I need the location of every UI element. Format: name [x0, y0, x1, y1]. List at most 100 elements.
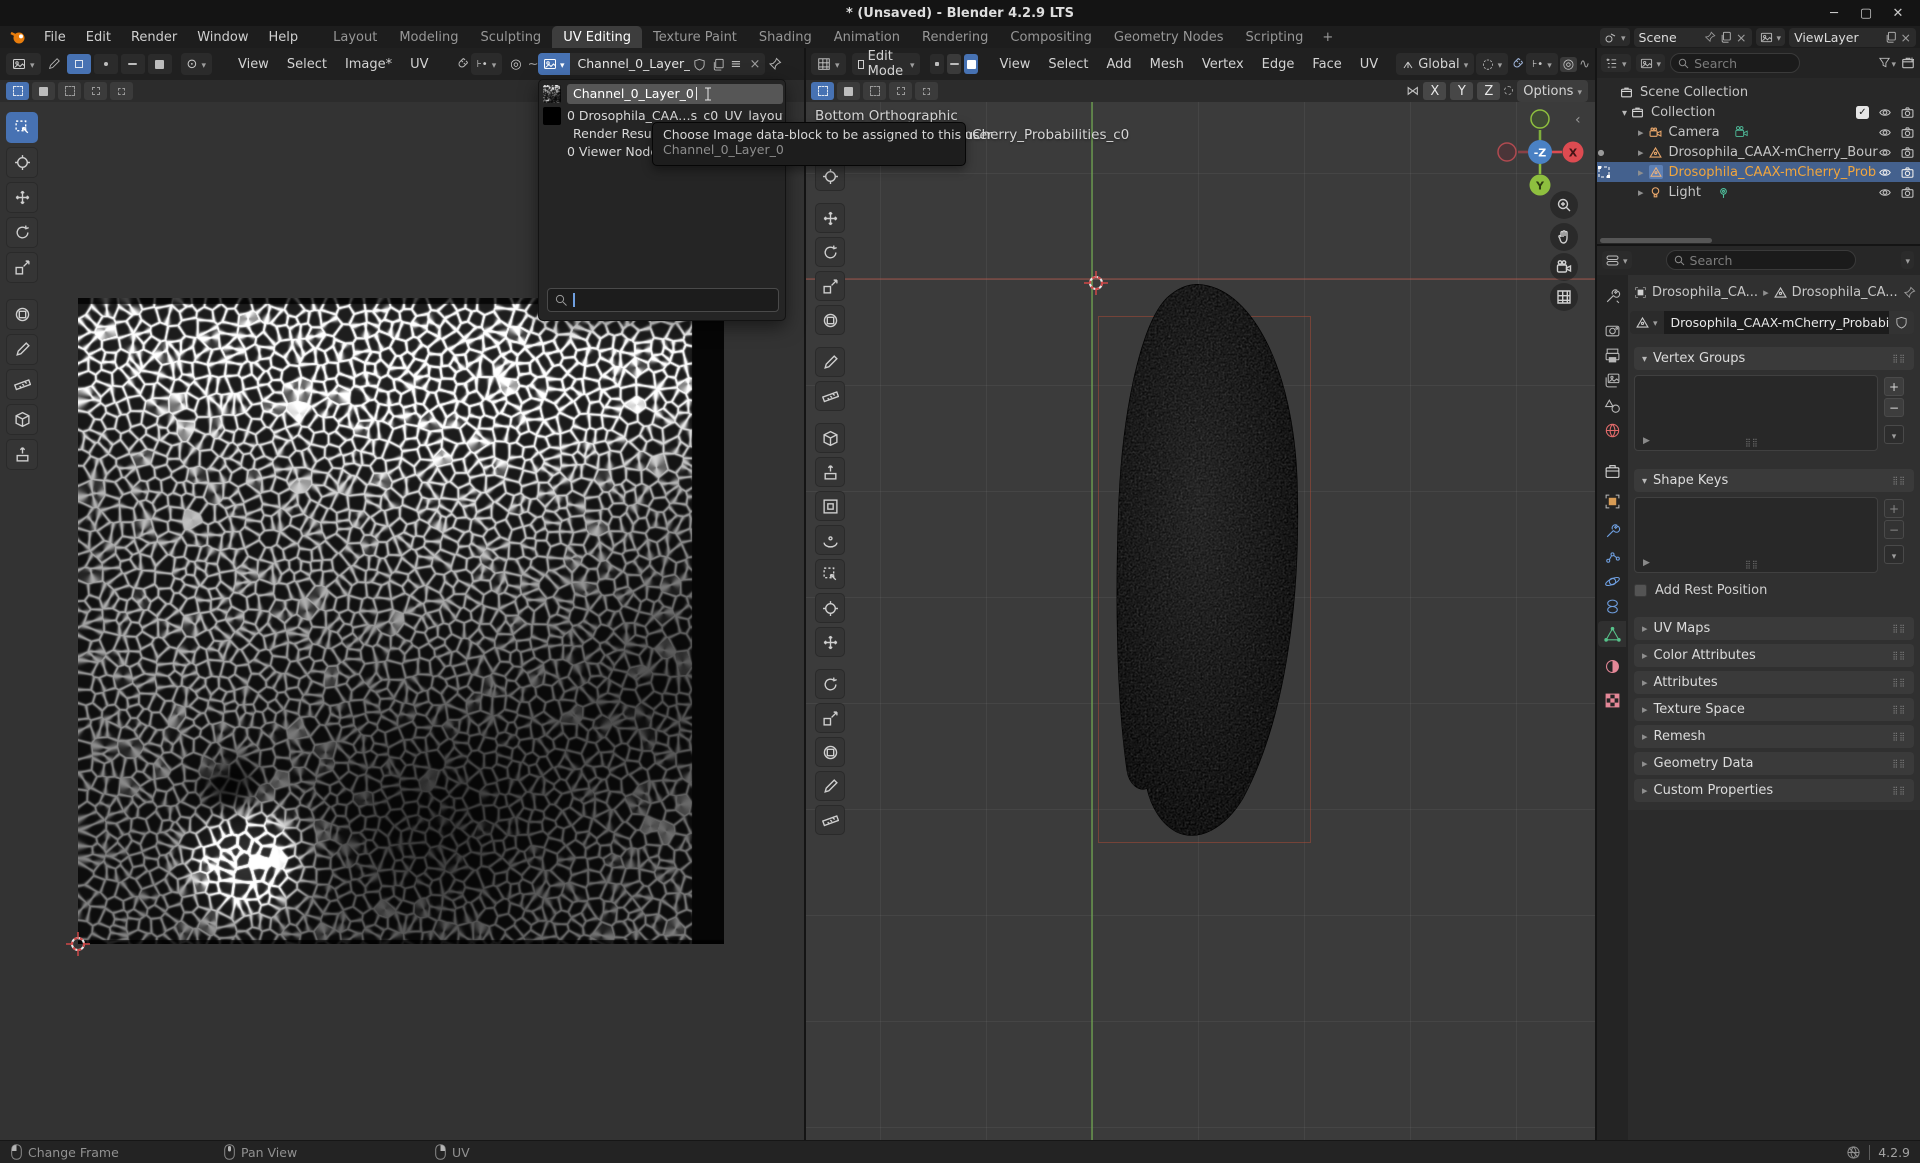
- mesh-name-field[interactable]: Drosophila_CAAX-mCherry_Probabilitie...: [1664, 311, 1889, 334]
- properties-editor-type-button[interactable]: [1602, 251, 1632, 269]
- panel-texture-space[interactable]: Texture Space⣿⣿: [1634, 698, 1914, 721]
- disable-render-icon[interactable]: [1901, 126, 1914, 139]
- tool-transform[interactable]: [6, 299, 38, 330]
- uv-falloff-curve-icon[interactable]: ~: [528, 57, 539, 72]
- uv-pencil-icon[interactable]: [47, 57, 61, 71]
- workspace-tab-shading[interactable]: Shading: [748, 26, 823, 48]
- transform-orientation-button[interactable]: Global: [1396, 53, 1474, 75]
- tab-material-icon[interactable]: [1598, 653, 1626, 679]
- snap-target-button[interactable]: ⊦•: [1526, 53, 1558, 75]
- expand-icon[interactable]: [1638, 145, 1644, 160]
- hide-eye-icon[interactable]: [1878, 126, 1892, 139]
- tool-knife[interactable]: [815, 593, 845, 623]
- outliner-row-drosophila-bour[interactable]: ● Drosophila_CAAX-mCherry_Bour: [1596, 142, 1920, 162]
- options-dropdown[interactable]: Options: [1517, 80, 1588, 102]
- uv-select-mode-vertex[interactable]: [94, 54, 118, 74]
- tool-cursor[interactable]: [6, 147, 38, 178]
- tab-scene-icon[interactable]: [1598, 392, 1626, 418]
- vp-select-new-button[interactable]: [811, 82, 834, 100]
- tool-add-cube[interactable]: [815, 423, 845, 453]
- tool-annotate[interactable]: [815, 347, 845, 377]
- outliner-filter-type-button[interactable]: [1636, 54, 1666, 72]
- workspace-tab-rendering[interactable]: Rendering: [911, 26, 999, 48]
- new-viewlayer-icon[interactable]: [1885, 31, 1897, 43]
- navigation-gizmo[interactable]: X Y -Z: [1492, 104, 1588, 200]
- outliner-row-scene-collection[interactable]: Scene Collection: [1596, 82, 1920, 102]
- scene-browse-button[interactable]: [1600, 28, 1630, 46]
- select-subtract-button[interactable]: [58, 82, 81, 100]
- disable-render-icon[interactable]: [1901, 166, 1914, 179]
- viewlayer-browse-button[interactable]: [1756, 28, 1786, 46]
- vp-select-subtract-button[interactable]: [863, 82, 886, 100]
- tab-render-icon[interactable]: [1598, 317, 1626, 343]
- vp-menu-view[interactable]: View: [991, 55, 1038, 74]
- filter-expand-icon[interactable]: ▶: [1643, 436, 1650, 446]
- mirror-z-button[interactable]: Z: [1477, 82, 1500, 100]
- viewport-editor-type-button[interactable]: [811, 53, 846, 75]
- scene-selector[interactable]: Scene: [1634, 28, 1752, 47]
- uv-pivot-button[interactable]: ⊙: [181, 53, 212, 75]
- tool-scale[interactable]: [815, 271, 845, 301]
- workspace-tab-texture-paint[interactable]: Texture Paint: [642, 26, 748, 48]
- panel-custom-properties[interactable]: Custom Properties⣿⣿: [1634, 779, 1914, 802]
- unlink-image-icon[interactable]: [744, 53, 765, 75]
- camera-view-button[interactable]: [1550, 253, 1578, 281]
- tool-bevel[interactable]: [815, 525, 845, 555]
- vp-menu-select[interactable]: Select: [1040, 55, 1096, 74]
- hide-eye-icon[interactable]: [1878, 106, 1892, 119]
- tab-modifiers-icon[interactable]: [1598, 518, 1626, 544]
- mode-selector[interactable]: Edit Mode: [852, 53, 921, 75]
- minimize-icon[interactable]: ─: [1818, 6, 1850, 21]
- panel-remesh[interactable]: Remesh⣿⣿: [1634, 725, 1914, 748]
- select-intersect-button[interactable]: [110, 82, 133, 100]
- mirror-y-button[interactable]: Y: [1450, 82, 1473, 100]
- vertex-group-add-button[interactable]: [1884, 377, 1904, 396]
- tool-grab[interactable]: [6, 439, 38, 470]
- tool-edge-slide[interactable]: [815, 737, 845, 767]
- outliner-search-input[interactable]: [1694, 56, 1784, 71]
- tool-extrude-region[interactable]: [815, 457, 845, 487]
- vertex-group-specials-menu[interactable]: [1884, 425, 1904, 444]
- mesh-browse-button[interactable]: [1630, 311, 1664, 334]
- tool-poly-build[interactable]: [815, 627, 845, 657]
- uv-snap-magnet-icon[interactable]: [455, 57, 469, 71]
- uv-menu-view[interactable]: View: [230, 55, 277, 74]
- tool-rip-region[interactable]: [815, 805, 845, 835]
- new-collection-icon[interactable]: [1901, 56, 1915, 70]
- remove-viewlayer-icon[interactable]: [1901, 30, 1911, 45]
- close-icon[interactable]: ✕: [1882, 6, 1914, 21]
- editor-divider[interactable]: [804, 48, 806, 1140]
- tab-texture-icon[interactable]: [1598, 687, 1626, 713]
- select-mode-edge-button[interactable]: [947, 54, 961, 74]
- mesh-object-drosophila[interactable]: [805, 80, 1596, 1140]
- vp-select-intersect-button[interactable]: [915, 82, 938, 100]
- tool-rotate[interactable]: [6, 217, 38, 248]
- menu-help[interactable]: Help: [259, 28, 309, 47]
- pin-icon[interactable]: [1704, 31, 1716, 43]
- unlink-scene-icon[interactable]: [1736, 30, 1746, 45]
- shape-key-specials-menu[interactable]: [1884, 545, 1904, 564]
- falloff-curve-icon[interactable]: ∿: [1579, 57, 1590, 72]
- tab-view-layer-icon[interactable]: [1598, 367, 1626, 393]
- uv-menu-uv[interactable]: UV: [402, 55, 436, 74]
- resize-grip[interactable]: ⣿⣿: [1745, 560, 1759, 569]
- image-source-menu-icon[interactable]: [728, 53, 745, 75]
- vp-menu-face[interactable]: Face: [1304, 55, 1349, 74]
- mirror-icon[interactable]: ⋈: [1406, 84, 1419, 99]
- breadcrumb-object[interactable]: Drosophila_CA...: [1652, 285, 1758, 300]
- panel-color-attributes[interactable]: Color Attributes⣿⣿: [1634, 644, 1914, 667]
- mirror-x-button[interactable]: X: [1423, 82, 1446, 100]
- gizmo-axis-neg-x[interactable]: [1498, 143, 1516, 161]
- tool-measure[interactable]: [815, 381, 845, 411]
- outliner-row-light[interactable]: Light: [1596, 182, 1920, 202]
- menu-render[interactable]: Render: [121, 28, 187, 47]
- uv-sync-select-toggle[interactable]: [67, 54, 91, 74]
- maximize-icon[interactable]: ▢: [1850, 6, 1882, 21]
- pan-hand-button[interactable]: [1550, 223, 1578, 251]
- uv-menu-select[interactable]: Select: [279, 55, 335, 74]
- outliner-search[interactable]: [1670, 53, 1800, 73]
- outliner-display-mode-button[interactable]: [1601, 54, 1631, 72]
- uv-image-canvas[interactable]: [78, 298, 724, 944]
- snap-base-icon[interactable]: [1504, 84, 1513, 99]
- select-new-button[interactable]: [6, 82, 29, 100]
